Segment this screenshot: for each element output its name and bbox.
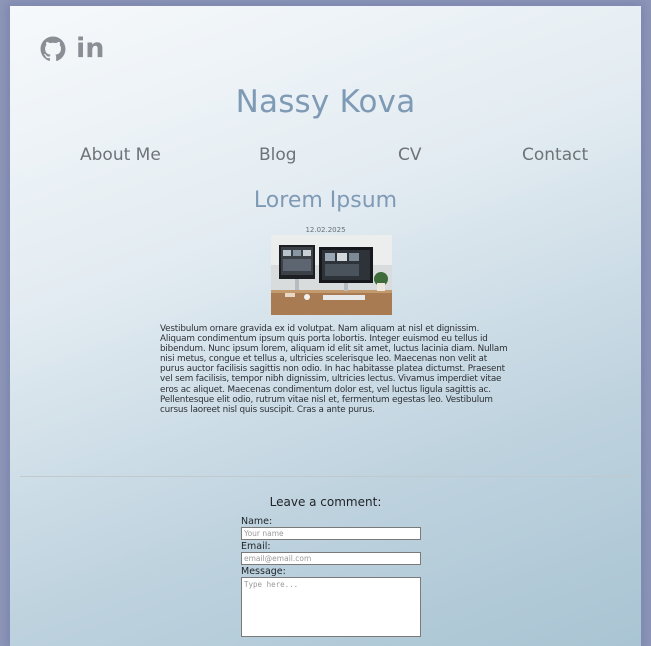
page-frame: in Nassy Kova About Me Blog CV Contact L… xyxy=(10,6,641,646)
message-textarea[interactable] xyxy=(241,577,421,637)
comment-form: Name: Email: Message: xyxy=(241,516,421,637)
name-input[interactable] xyxy=(241,527,421,540)
message-label: Message: xyxy=(241,566,286,577)
divider xyxy=(20,476,631,477)
main-nav: About Me Blog CV Contact xyxy=(10,145,641,169)
post-date: 12.02.2025 xyxy=(305,226,346,234)
site-title[interactable]: Nassy Kova xyxy=(10,84,641,120)
social-links: in xyxy=(40,35,104,62)
name-label: Name: xyxy=(241,516,273,527)
github-icon[interactable] xyxy=(40,36,66,62)
email-label: Email: xyxy=(241,541,271,552)
post-image xyxy=(271,235,392,315)
nav-item-contact[interactable]: Contact xyxy=(522,145,588,165)
linkedin-icon[interactable]: in xyxy=(76,35,104,62)
post-body: Vestibulum ornare gravida ex id volutpat… xyxy=(160,324,508,415)
nav-item-blog[interactable]: Blog xyxy=(259,145,297,165)
email-input[interactable] xyxy=(241,552,421,565)
nav-item-about-me[interactable]: About Me xyxy=(80,145,161,165)
comment-section-title: Leave a comment: xyxy=(269,495,382,509)
nav-item-cv[interactable]: CV xyxy=(398,145,422,165)
post-title: Lorem Ipsum xyxy=(253,188,398,213)
